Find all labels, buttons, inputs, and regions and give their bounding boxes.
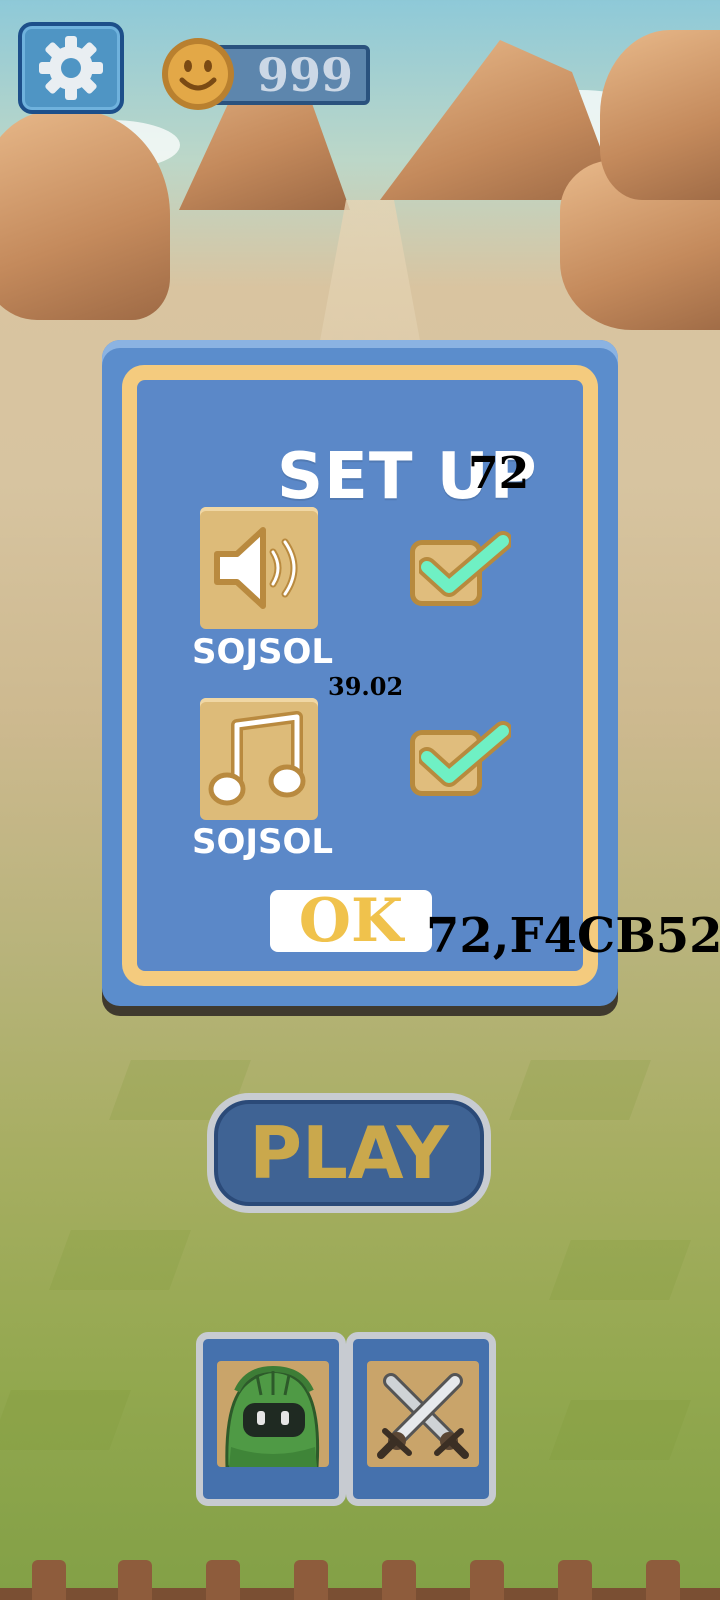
character-slot-knight[interactable]: [196, 1332, 346, 1506]
speaker-icon: [214, 527, 298, 609]
music-option-icon-tile[interactable]: [200, 698, 318, 820]
music-option-label: SOJSOL: [192, 822, 334, 862]
check-icon: [419, 531, 511, 597]
gear-icon: [39, 36, 103, 100]
options-annotation: 39.02: [328, 672, 404, 701]
crossed-swords-icon: [377, 1373, 469, 1459]
coin-face-icon: [162, 38, 234, 110]
check-icon: [419, 721, 511, 787]
sound-option-label: SOJSOL: [192, 632, 334, 672]
sound-option-icon-tile[interactable]: [200, 507, 318, 629]
sound-toggle-checkbox[interactable]: [410, 531, 511, 606]
green-knight-icon: [225, 1365, 320, 1467]
character-slot-tile: [217, 1361, 329, 1467]
music-note-icon: [208, 711, 306, 806]
ok-annotation: 72,F4CB52: [426, 908, 720, 964]
settings-button[interactable]: [18, 22, 124, 114]
title-annotation: 72: [468, 448, 530, 499]
play-button[interactable]: PLAY: [207, 1093, 491, 1213]
coin-count: 999: [256, 48, 354, 102]
ok-button[interactable]: OK: [270, 886, 432, 956]
character-slot-weapons[interactable]: [346, 1332, 496, 1506]
character-slot-tile: [367, 1361, 479, 1467]
music-toggle-checkbox[interactable]: [410, 721, 511, 796]
